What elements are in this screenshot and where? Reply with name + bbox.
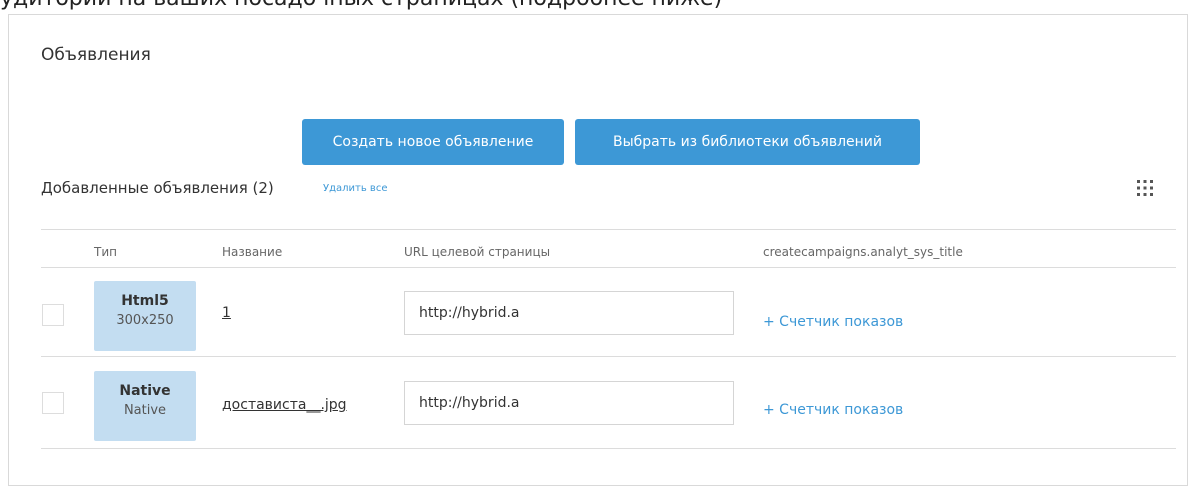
ad-type-badge: Html5 300x250	[94, 281, 196, 351]
add-impression-counter-link[interactable]: + Счетчик показов	[763, 314, 903, 330]
column-header-type: Тип	[94, 245, 117, 259]
ad-name-link[interactable]: 1	[222, 305, 231, 321]
grid-icon[interactable]	[1136, 179, 1154, 197]
choose-from-library-button[interactable]: Выбрать из библиотеки объявлений	[575, 119, 920, 165]
row-checkbox[interactable]	[42, 392, 64, 414]
cut-off-top-text: удиторий на ваших посадочных страницах (…	[0, 0, 1197, 14]
ad-type-badge: Native Native	[94, 371, 196, 441]
column-header-url: URL целевой страницы	[404, 245, 551, 259]
cut-off-top-text-content: удиторий на ваших посадочных страницах (…	[0, 0, 722, 11]
header-divider	[41, 267, 1176, 268]
delete-all-link[interactable]: Удалить все	[323, 183, 387, 194]
panel-title: Объявления	[41, 45, 151, 65]
ad-size: 300x250	[116, 313, 174, 328]
column-header-analytics: createcampaigns.analyt_sys_title	[763, 245, 963, 259]
ads-panel: Объявления Создать новое объявление Выбр…	[8, 14, 1188, 486]
landing-url-input[interactable]	[404, 381, 734, 425]
added-ads-title: Добавленные объявления (2)	[41, 179, 274, 197]
table-bottom-divider	[41, 448, 1176, 449]
ad-type: Native	[119, 383, 171, 399]
table-top-divider	[41, 229, 1176, 230]
ad-name-link[interactable]: достависта__.jpg	[222, 397, 347, 413]
landing-url-input[interactable]	[404, 291, 734, 335]
row-checkbox[interactable]	[42, 304, 64, 326]
column-header-name: Название	[222, 245, 283, 259]
ad-type: Html5	[121, 293, 169, 309]
add-impression-counter-link[interactable]: + Счетчик показов	[763, 402, 903, 418]
create-ad-button[interactable]: Создать новое объявление	[302, 119, 564, 165]
row-divider	[41, 356, 1176, 357]
ad-size: Native	[123, 403, 167, 418]
